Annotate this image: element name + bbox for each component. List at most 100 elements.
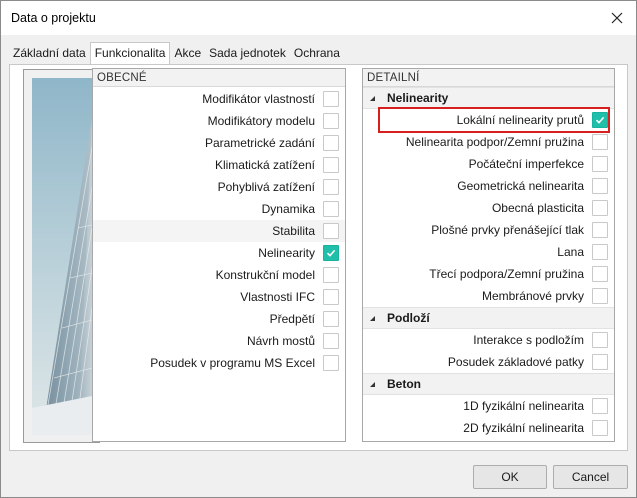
detail-pocatecni-imperfekce-checkbox[interactable] <box>592 156 608 172</box>
detail-interakce-s-podlozim-checkbox[interactable] <box>592 332 608 348</box>
detail-lana-row[interactable]: Lana <box>363 241 614 263</box>
detail-nelinearita-podpor-zemni-pruzina-row[interactable]: Nelinearita podpor/Zemní pružina <box>363 131 614 153</box>
project-data-dialog: Data o projektu Základní data Funkcional… <box>0 0 637 498</box>
general-posudek-v-programu-ms-excel-checkbox[interactable] <box>323 355 339 371</box>
general-header: OBECNÉ <box>93 69 345 87</box>
general-konstrukcni-model-row[interactable]: Konstrukční model <box>93 264 345 286</box>
detail-geometricka-nelinearita-row[interactable]: Geometrická nelinearita <box>363 175 614 197</box>
general-posudek-v-programu-ms-excel-row[interactable]: Posudek v programu MS Excel <box>93 352 345 374</box>
general-pohybliva-zatizeni-checkbox[interactable] <box>323 179 339 195</box>
ok-button[interactable]: OK <box>473 465 547 489</box>
collapse-triangle-icon[interactable] <box>367 315 377 322</box>
detail-interakce-s-podlozim-row[interactable]: Interakce s podložím <box>363 329 614 351</box>
tab-protection[interactable]: Ochrana <box>290 43 344 63</box>
general-klimaticka-zatizeni-row[interactable]: Klimatická zatížení <box>93 154 345 176</box>
section-nelinearity[interactable]: Nelinearity <box>363 87 614 109</box>
general-dynamika-label: Dynamika <box>261 202 315 216</box>
detail-1d-fyzikalni-nelinearita-checkbox[interactable] <box>592 398 608 414</box>
detail-membranove-prvky-checkbox[interactable] <box>592 288 608 304</box>
tab-basic-data[interactable]: Základní data <box>9 43 90 63</box>
detail-lana-checkbox[interactable] <box>592 244 608 260</box>
collapse-triangle-icon[interactable] <box>367 95 377 102</box>
general-modifikator-vlastnosti-checkbox[interactable] <box>323 91 339 107</box>
detail-lokalni-nelinearity-prutu-row[interactable]: Lokální nelinearity prutů <box>363 109 614 131</box>
general-parametricke-zadani-row[interactable]: Parametrické zadání <box>93 132 345 154</box>
detail-interakce-s-podlozim-label: Interakce s podložím <box>473 333 584 347</box>
detail-2d-fyzikalni-nelinearita-checkbox[interactable] <box>592 420 608 436</box>
general-predpeti-checkbox[interactable] <box>323 311 339 327</box>
general-stabilita-label: Stabilita <box>272 224 315 238</box>
detail-1d-fyzikalni-nelinearita-row[interactable]: 1D fyzikální nelinearita <box>363 395 614 417</box>
general-dynamika-row[interactable]: Dynamika <box>93 198 345 220</box>
general-nelinearity-checkbox[interactable] <box>323 245 339 261</box>
detail-geometricka-nelinearita-checkbox[interactable] <box>592 178 608 194</box>
project-image-frame <box>23 69 100 443</box>
detail-pocatecni-imperfekce-label: Počáteční imperfekce <box>468 157 584 171</box>
detail-nelinearita-podpor-zemni-pruzina-checkbox[interactable] <box>592 134 608 150</box>
general-list: Modifikátor vlastností Modifikátory model… <box>93 87 345 374</box>
detail-lokalni-nelinearity-prutu-checkbox[interactable] <box>592 112 608 128</box>
detail-pocatecni-imperfekce-row[interactable]: Počáteční imperfekce <box>363 153 614 175</box>
section-beton[interactable]: Beton <box>363 373 614 395</box>
detail-membranove-prvky-row[interactable]: Membránové prvky <box>363 285 614 307</box>
general-navrh-mostu-checkbox[interactable] <box>323 333 339 349</box>
general-navrh-mostu-row[interactable]: Návrh mostů <box>93 330 345 352</box>
general-konstrukcni-model-label: Konstrukční model <box>215 268 315 282</box>
detail-posudek-zakladove-patky-row[interactable]: Posudek základové patky <box>363 351 614 373</box>
section-title: Nelinearity <box>387 91 449 105</box>
detail-treci-podpora-zemni-pruzina-checkbox[interactable] <box>592 266 608 282</box>
tab-bar: Základní data Funkcionalita Akce Sada je… <box>9 42 344 64</box>
section-podlozi[interactable]: Podloží <box>363 307 614 329</box>
detail-geometricka-nelinearita-label: Geometrická nelinearita <box>457 179 584 193</box>
detail-membranove-prvky-label: Membránové prvky <box>481 289 584 303</box>
close-icon <box>611 12 623 24</box>
detail-panel: DETAILNÍ Nelinearity Lokální nelinearity … <box>362 68 615 442</box>
general-predpeti-row[interactable]: Předpětí <box>93 308 345 330</box>
detail-posudek-zakladove-patky-checkbox[interactable] <box>592 354 608 370</box>
general-stabilita-checkbox[interactable] <box>323 223 339 239</box>
general-panel: OBECNÉ Modifikátor vlastností Modifikátor… <box>92 68 346 442</box>
window-title: Data o projektu <box>11 11 96 25</box>
general-vlastnosti-ifc-checkbox[interactable] <box>323 289 339 305</box>
detail-treci-podpora-zemni-pruzina-row[interactable]: Třecí podpora/Zemní pružina <box>363 263 614 285</box>
tab-functionality[interactable]: Funkcionalita <box>89 42 171 64</box>
title-bar: Data o projektu <box>1 1 636 35</box>
general-modifikatory-modelu-checkbox[interactable] <box>323 113 339 129</box>
general-parametricke-zadani-label: Parametrické zadání <box>204 136 315 150</box>
detail-list: Nelinearity Lokální nelinearity prutů Neli… <box>363 87 614 439</box>
general-predpeti-label: Předpětí <box>269 312 315 326</box>
section-title: Podloží <box>387 311 430 325</box>
general-modifikatory-modelu-label: Modifikátory modelu <box>207 114 315 128</box>
detail-obecna-plasticita-checkbox[interactable] <box>592 200 608 216</box>
detail-1d-fyzikalni-nelinearita-label: 1D fyzikální nelinearita <box>463 399 584 413</box>
general-stabilita-row[interactable]: Stabilita <box>93 220 345 242</box>
general-pohybliva-zatizeni-row[interactable]: Pohyblivá zatížení <box>93 176 345 198</box>
detail-treci-podpora-zemni-pruzina-label: Třecí podpora/Zemní pružina <box>429 267 584 281</box>
checkmark-icon <box>326 249 336 257</box>
close-button[interactable] <box>604 5 630 31</box>
general-pohybliva-zatizeni-label: Pohyblivá zatížení <box>217 180 315 194</box>
general-vlastnosti-ifc-label: Vlastnosti IFC <box>240 290 315 304</box>
general-konstrukcni-model-checkbox[interactable] <box>323 267 339 283</box>
general-dynamika-checkbox[interactable] <box>323 201 339 217</box>
building-image <box>32 78 92 435</box>
detail-2d-fyzikalni-nelinearita-row[interactable]: 2D fyzikální nelinearita <box>363 417 614 439</box>
general-vlastnosti-ifc-row[interactable]: Vlastnosti IFC <box>93 286 345 308</box>
general-nelinearity-row[interactable]: Nelinearity <box>93 242 345 264</box>
collapse-triangle-icon[interactable] <box>367 381 377 388</box>
tab-unit-set[interactable]: Sada jednotek <box>205 43 290 63</box>
general-modifikatory-modelu-row[interactable]: Modifikátory modelu <box>93 110 345 132</box>
detail-plosne-prvky-prenasejici-tlak-checkbox[interactable] <box>592 222 608 238</box>
detail-header: DETAILNÍ <box>363 69 614 87</box>
general-parametricke-zadani-checkbox[interactable] <box>323 135 339 151</box>
general-klimaticka-zatizeni-checkbox[interactable] <box>323 157 339 173</box>
general-navrh-mostu-label: Návrh mostů <box>246 334 315 348</box>
tab-actions[interactable]: Akce <box>170 43 205 63</box>
cancel-button[interactable]: Cancel <box>553 465 628 489</box>
detail-posudek-zakladove-patky-label: Posudek základové patky <box>447 355 584 369</box>
detail-obecna-plasticita-row[interactable]: Obecná plasticita <box>363 197 614 219</box>
general-modifikator-vlastnosti-row[interactable]: Modifikátor vlastností <box>93 88 345 110</box>
general-posudek-v-programu-ms-excel-label: Posudek v programu MS Excel <box>150 356 315 370</box>
detail-lokalni-nelinearity-prutu-label: Lokální nelinearity prutů <box>456 113 584 127</box>
detail-plosne-prvky-prenasejici-tlak-row[interactable]: Plošné prvky přenášející tlak <box>363 219 614 241</box>
